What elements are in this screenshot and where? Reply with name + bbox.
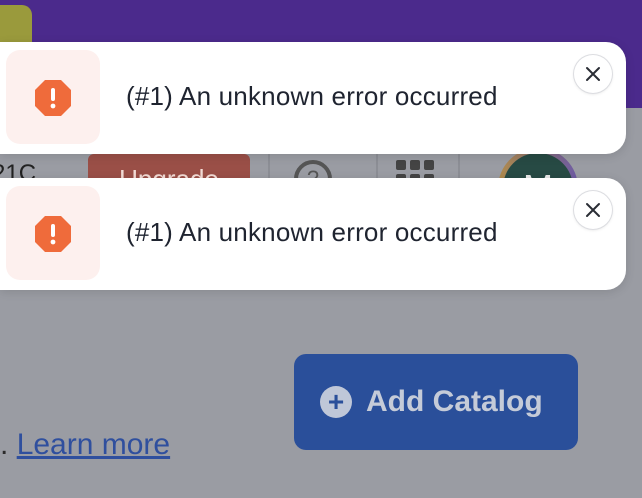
error-toast: (#1) An unknown error occurred — [0, 42, 626, 154]
learn-more-line: . Learn more — [0, 428, 170, 462]
plus-circle-icon: + — [320, 386, 352, 418]
error-icon — [35, 80, 71, 116]
learn-more-link[interactable]: Learn more — [17, 428, 170, 461]
app-page: 21C Upgrade ? M + Add Catalog . Learn mo… — [0, 0, 642, 498]
toast-message: (#1) An unknown error occurred — [126, 217, 498, 247]
toast-icon-container — [6, 50, 100, 144]
error-toast: (#1) An unknown error occurred — [0, 178, 626, 290]
close-icon-glyph — [586, 67, 600, 81]
toast-icon-container — [6, 186, 100, 280]
close-icon[interactable] — [574, 191, 612, 229]
close-icon-glyph — [586, 203, 600, 217]
add-catalog-label: Add Catalog — [366, 385, 543, 418]
close-icon[interactable] — [574, 55, 612, 93]
error-icon — [35, 216, 71, 252]
toast-message: (#1) An unknown error occurred — [126, 81, 498, 111]
add-catalog-button[interactable]: + Add Catalog — [294, 354, 578, 450]
learn-more-prefix: . — [0, 428, 9, 461]
